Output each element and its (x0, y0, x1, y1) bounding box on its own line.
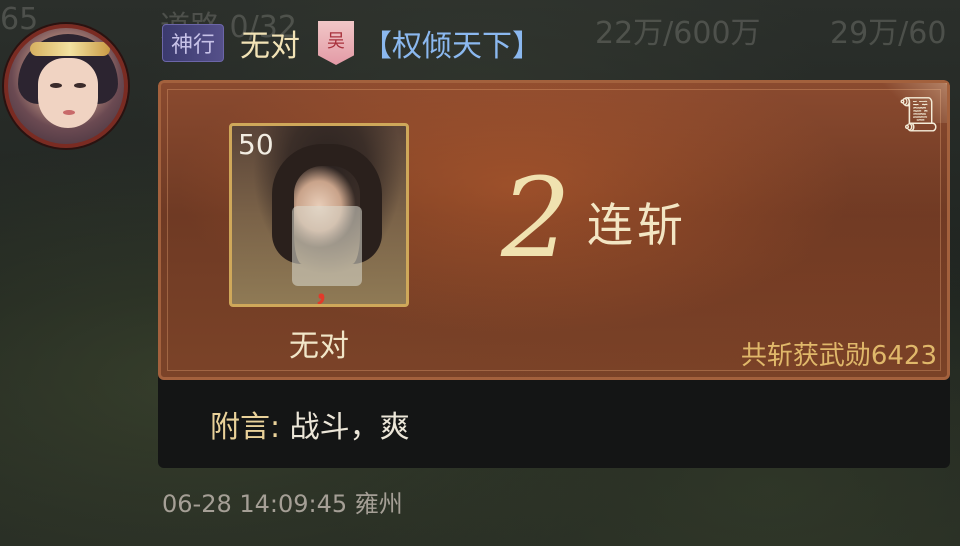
kill-count: 2 (501, 154, 571, 282)
avatar-eye (74, 83, 86, 88)
general-portrait[interactable]: 50 ， (229, 123, 409, 307)
avatar-face (38, 58, 98, 128)
message-note: 附言: 战斗，爽 (210, 402, 410, 446)
background-level-text: 65 (0, 2, 39, 37)
scroll-icon[interactable]: 📜︎ (897, 95, 940, 135)
report-panel[interactable]: 📜︎ 50 ， 无对 2 连斩 共斩获武勋6423 (158, 80, 950, 380)
kill-label: 连斩 (587, 198, 687, 252)
general-level: 50 (238, 128, 274, 161)
background-resource-text: 22万/600万 (595, 16, 761, 51)
kill-streak: 2 连斩 (501, 163, 687, 273)
background-resource-text-2: 29万/60 (830, 16, 947, 51)
faction-char: 吴 (327, 31, 346, 52)
sender-name[interactable]: 无对 (240, 21, 300, 65)
avatar-lip (63, 110, 75, 115)
general-name: 无对 (289, 329, 349, 364)
note-label: 附言: (210, 410, 281, 445)
battle-report-card[interactable]: 📜︎ 50 ， 无对 2 连斩 共斩获武勋6423 附言: 战斗，爽 (158, 80, 950, 468)
avatar-eye (50, 83, 62, 88)
merit-total: 共斩获武勋6423 (740, 341, 937, 371)
faction-banner-icon: 吴 (318, 21, 355, 65)
general-grade-mark: ， (314, 274, 344, 307)
message-timestamp: 06-28 14:09:45 雍州 (162, 490, 403, 518)
avatar-crown (30, 42, 110, 56)
title-tag: 神行 (162, 24, 225, 62)
sender-avatar[interactable] (4, 24, 128, 148)
alliance-name[interactable]: 【权倾天下】 (362, 21, 542, 65)
note-text: 战斗，爽 (289, 410, 410, 445)
banner-rod (314, 15, 358, 21)
message-header: 神行 无对 吴 【权倾天下】 (162, 18, 542, 68)
